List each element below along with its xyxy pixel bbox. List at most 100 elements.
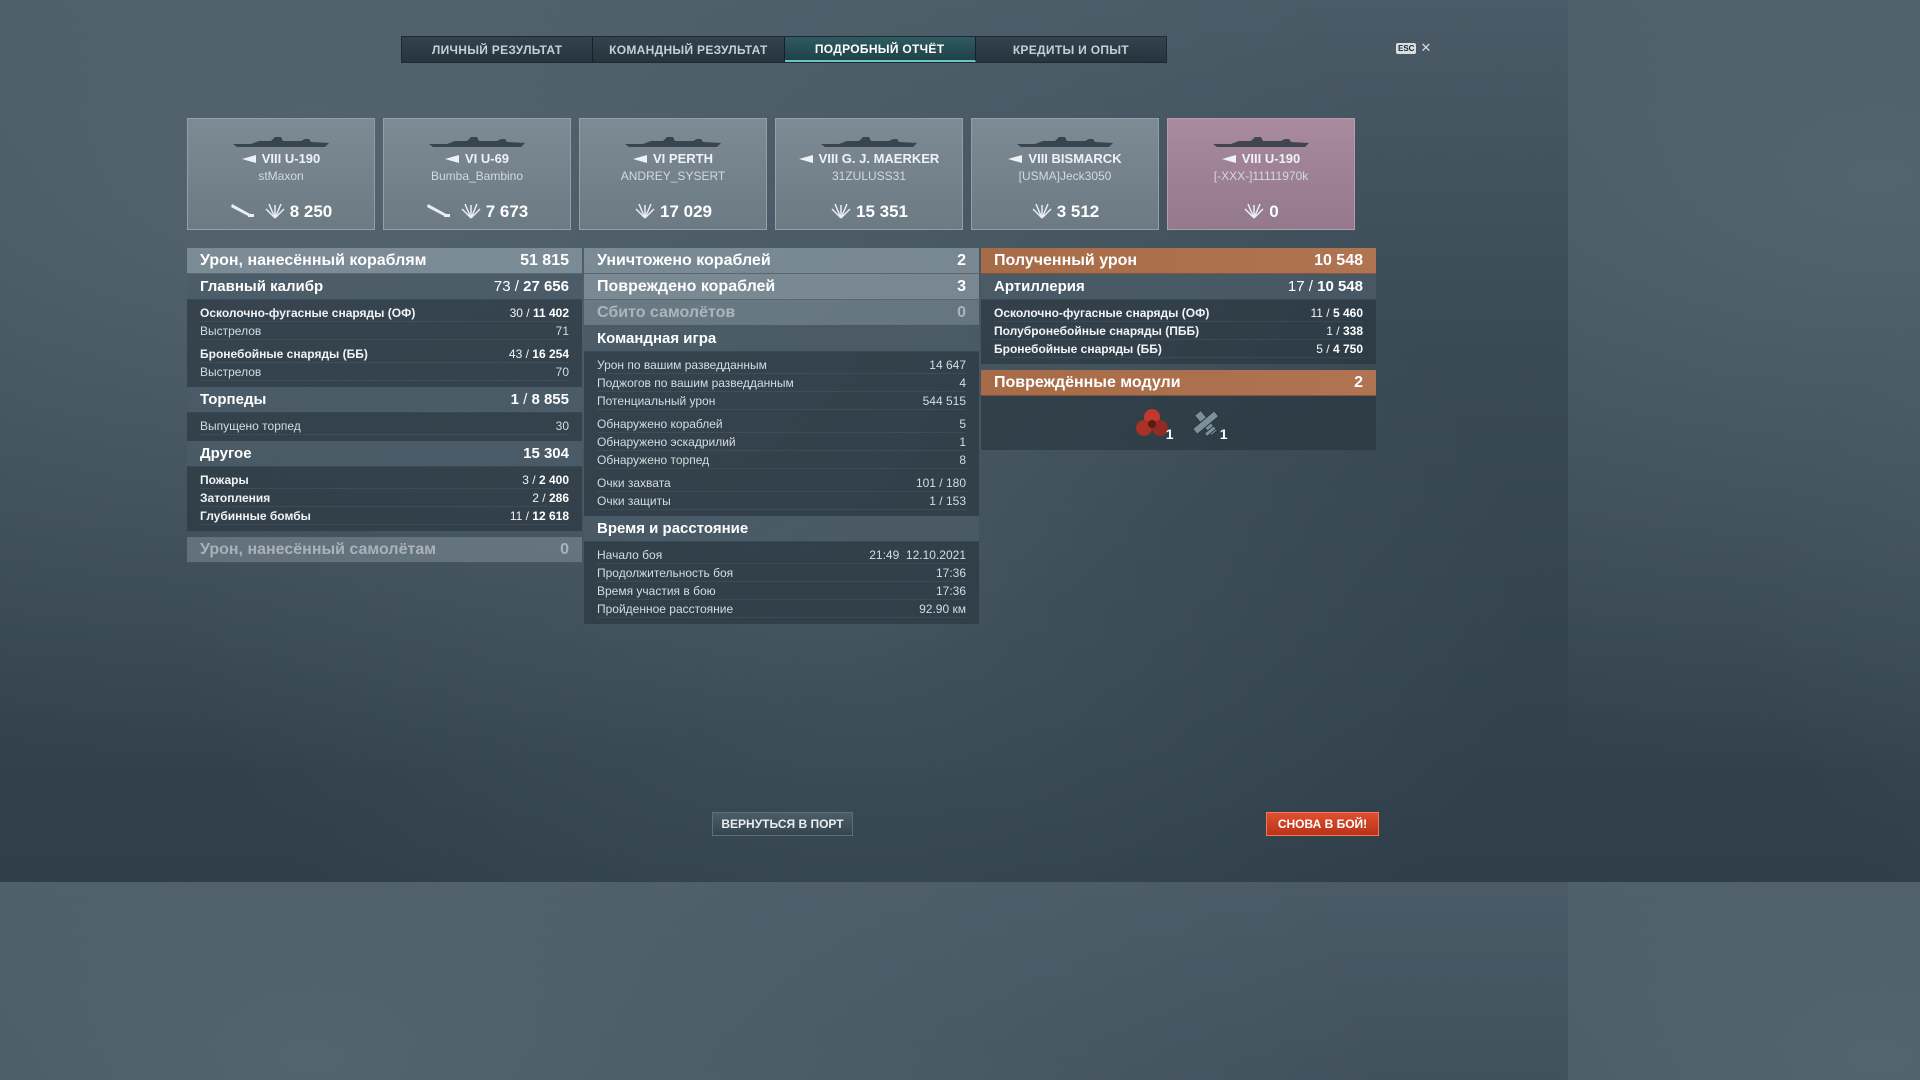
- ap-shells-row: Бронебойные снаряды (ББ) 43 / 16 254: [200, 345, 569, 363]
- main-battery-label: Главный калибр: [200, 278, 324, 295]
- ships-damage-value: 51 815: [520, 251, 569, 269]
- artillery-details: Осколочно-фугасные снаряды (ОФ) 11 / 5 46…: [981, 300, 1376, 364]
- fires-row: Пожары 3 / 2 400: [200, 471, 569, 489]
- damage-value: 8 250: [264, 199, 332, 224]
- ship-silhouette-icon: [623, 135, 723, 147]
- time-distance-details: Начало боя 21:49 12.10.2021 Продолжительн…: [584, 542, 979, 624]
- damage-icon: [264, 199, 286, 224]
- torpedoes-spotted-row: Обнаружено торпед 8: [597, 451, 966, 469]
- spotting-damage-row: Урон по вашим разведданным 14 647: [597, 356, 966, 374]
- he-shots-row: Выстрелов 71: [200, 322, 569, 340]
- ship-name: VIII BISMARCK: [972, 151, 1158, 166]
- damage-received-header: Полученный урон 10 548: [981, 248, 1376, 274]
- card-stats: 8 250: [188, 199, 374, 224]
- plane-module-icon: 1: [1188, 406, 1228, 442]
- card-stats: 15 351: [776, 199, 962, 224]
- damage-value: 3 512: [1031, 199, 1099, 224]
- ship-silhouette-icon: [1211, 135, 1311, 147]
- damage-value: 15 351: [830, 199, 908, 224]
- close-button[interactable]: ESC ✕: [1396, 40, 1431, 56]
- damage-icon: [460, 199, 482, 224]
- tab-detailed[interactable]: ПОДРОБНЫЙ ОТЧЁТ: [784, 37, 976, 62]
- damage-icon: [1031, 199, 1053, 224]
- damage-received-panel: Полученный урон 10 548 Артиллерия 17 / 10…: [981, 248, 1376, 450]
- ship-name: VIII G. J. MAERKER: [776, 151, 962, 166]
- other-header: Другое 15 304: [187, 441, 582, 467]
- he-shells-row: Осколочно-фугасные снаряды (ОФ) 30 / 11 4…: [200, 304, 569, 322]
- torpedoes-launched-row: Выпущено торпед 30: [200, 417, 569, 435]
- card-stats: 7 673: [384, 199, 570, 224]
- ship-name-label: VIII BISMARCK: [1028, 151, 1122, 166]
- player-name: 31ZULUSS31: [831, 169, 907, 183]
- card-stats: 3 512: [972, 199, 1158, 224]
- ships-damaged-header: Повреждено кораблей 3: [584, 274, 979, 300]
- team-play-panel: Уничтожено кораблей 2 Повреждено кораблей…: [584, 248, 979, 624]
- damage-dealt-panel: Урон, нанесённый кораблям 51 815 Главный…: [187, 248, 582, 563]
- ship-card: VI U-69 Bumba_Bambino 7 673: [383, 118, 571, 230]
- battle-duration-row: Продолжительность боя 17:36: [597, 564, 966, 582]
- ship-card: VIII BISMARCK [USMA]Jeck3050 3 512: [971, 118, 1159, 230]
- tab-credits-xp[interactable]: КРЕДИТЫ И ОПЫТ: [975, 37, 1166, 62]
- received-sap-row: Полубронебойные снаряды (ПББ) 1 / 338: [994, 322, 1363, 340]
- floods-row: Затопления 2 / 286: [200, 489, 569, 507]
- ships-damage-label: Урон, нанесённый кораблям: [200, 251, 427, 269]
- ap-shots-row: Выстрелов 70: [200, 363, 569, 381]
- damaged-modules-list: 1 1: [981, 396, 1376, 450]
- ship-class-icon: [633, 154, 648, 163]
- battle-again-button[interactable]: СНОВА В БОЙ!: [1266, 812, 1379, 836]
- damage-icon: [830, 199, 852, 224]
- ship-silhouette-icon: [819, 135, 919, 147]
- ship-class-icon: [1221, 154, 1236, 163]
- artillery-header: Артиллерия 17 / 10 548: [981, 274, 1376, 300]
- main-battery-value: 73 / 27 656: [493, 278, 569, 295]
- ships-destroyed-header: Уничтожено кораблей 2: [584, 248, 979, 274]
- ship-silhouette-icon: [427, 135, 527, 147]
- ship-class-icon: [444, 154, 459, 163]
- damage-value: 0: [1243, 199, 1279, 224]
- depth-charges-row: Глубинные бомбы 11 / 12 618: [200, 507, 569, 525]
- ship-name-label: VIII U-190: [261, 151, 321, 166]
- player-name: Bumba_Bambino: [430, 169, 524, 183]
- ship-name-label: VIII G. J. MAERKER: [818, 151, 940, 166]
- player-name: [USMA]Jeck3050: [1018, 169, 1112, 183]
- battle-start-row: Начало боя 21:49 12.10.2021: [597, 546, 966, 564]
- ship-name: VI U-69: [384, 151, 570, 166]
- planes-shot-header: Сбито самолётов 0: [584, 300, 979, 326]
- tab-personal[interactable]: ЛИЧНЫЙ РЕЗУЛЬТАТ: [402, 37, 594, 62]
- player-name: ANDREY_SYSERT: [620, 169, 726, 183]
- torpedo-icon: [230, 200, 256, 223]
- ship-name-label: VI PERTH: [653, 151, 713, 166]
- ship-name: VIII U-190: [1168, 151, 1354, 166]
- ships-damage-header: Урон, нанесённый кораблям 51 815: [187, 248, 582, 274]
- esc-key-badge: ESC: [1396, 42, 1417, 54]
- main-battery-header: Главный калибр 73 / 27 656: [187, 274, 582, 300]
- damage-value: 17 029: [634, 199, 712, 224]
- ship-card: VIII U-190 [-XXX-]11111970k 0: [1167, 118, 1355, 230]
- defense-points-row: Очки защиты 1 / 153: [597, 492, 966, 510]
- damage-value: 7 673: [460, 199, 528, 224]
- distance-row: Пройденное расстояние 92.90 км: [597, 600, 966, 618]
- return-to-port-button[interactable]: ВЕРНУТЬСЯ В ПОРТ: [712, 812, 853, 836]
- damaged-modules-header: Повреждённые модули 2: [981, 370, 1376, 396]
- potential-damage-row: Потенциальный урон 544 515: [597, 392, 966, 410]
- ship-class-icon: [798, 154, 813, 163]
- ship-cards: VIII U-190 stMaxon 8 250 VI U-69 Bumba_B…: [187, 118, 1355, 230]
- ship-name-label: VI U-69: [464, 151, 510, 166]
- capture-points-row: Очки захвата 101 / 180: [597, 474, 966, 492]
- ship-name: VIII U-190: [188, 151, 374, 166]
- torpedoes-details: Выпущено торпед 30: [187, 413, 582, 441]
- damage-icon: [1243, 199, 1265, 224]
- torpedoes-header: Торпеды 1 / 8 855: [187, 387, 582, 413]
- ship-name: VI PERTH: [580, 151, 766, 166]
- ship-card: VIII U-190 stMaxon 8 250: [187, 118, 375, 230]
- player-name: stMaxon: [258, 169, 304, 183]
- received-he-row: Осколочно-фугасные снаряды (ОФ) 11 / 5 46…: [994, 304, 1363, 322]
- ship-class-icon: [241, 154, 256, 163]
- time-distance-header: Время и расстояние: [584, 516, 979, 542]
- planes-damage-header: Урон, нанесённый самолётам 0: [187, 537, 582, 563]
- card-stats: 0: [1168, 199, 1354, 224]
- ships-spotted-row: Обнаружено кораблей 5: [597, 415, 966, 433]
- squadrons-spotted-row: Обнаружено эскадрилий 1: [597, 433, 966, 451]
- tab-team[interactable]: КОМАНДНЫЙ РЕЗУЛЬТАТ: [593, 37, 785, 62]
- team-play-header: Командная игра: [584, 326, 979, 352]
